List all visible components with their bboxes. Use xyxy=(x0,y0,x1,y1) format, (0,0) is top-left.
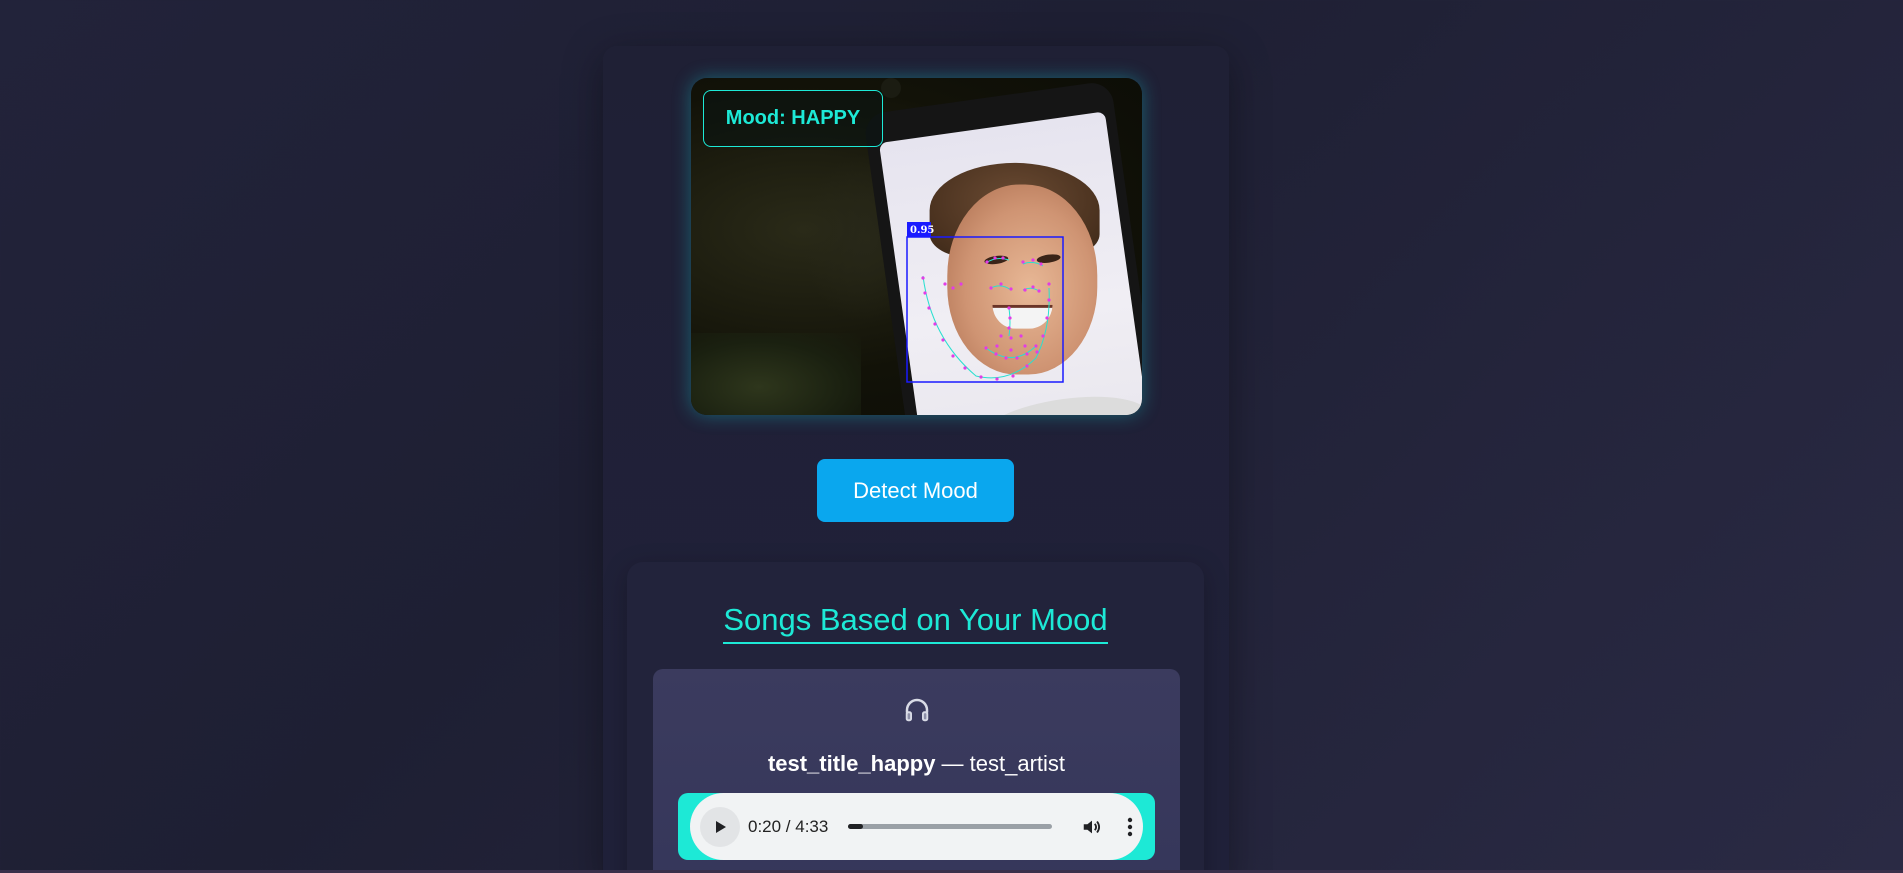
song-separator: — xyxy=(935,751,970,776)
play-button[interactable] xyxy=(700,806,740,847)
mood-badge: Mood: HAPPY xyxy=(703,90,883,147)
more-options-button[interactable] xyxy=(1118,813,1142,841)
song-info: test_title_happy — test_artist xyxy=(653,751,1180,777)
progress-fill xyxy=(848,824,864,829)
score-label: 0.95 xyxy=(910,225,934,236)
audio-player: 0:20 / 4:33 xyxy=(690,793,1143,860)
songs-panel: Songs Based on Your Mood test_title_happ… xyxy=(627,562,1204,873)
headphones-icon xyxy=(653,695,1180,725)
audio-player-frame: 0:20 / 4:33 xyxy=(678,793,1155,860)
detect-mood-button[interactable]: Detect Mood xyxy=(817,459,1014,522)
main-container: 0.95 Mood: HAPPY Detect Mood Songs Based… xyxy=(603,46,1229,873)
webcam-feed: 0.95 Mood: HAPPY xyxy=(691,78,1142,415)
more-vertical-icon xyxy=(1128,817,1133,836)
songs-heading-text: Songs Based on Your Mood xyxy=(723,602,1108,644)
face-landmarks-lines xyxy=(922,258,1050,379)
play-icon xyxy=(716,820,726,833)
song-artist: test_artist xyxy=(969,751,1066,776)
progress-bar[interactable] xyxy=(848,824,1053,829)
song-card: test_title_happy — test_artist 0:20 / 4:… xyxy=(653,669,1180,873)
volume-icon xyxy=(1084,820,1101,833)
playback-time: 0:20 / 4:33 xyxy=(748,816,829,836)
songs-heading: Songs Based on Your Mood xyxy=(627,602,1204,644)
song-title: test_title_happy xyxy=(767,751,936,776)
volume-button[interactable] xyxy=(1078,813,1106,841)
